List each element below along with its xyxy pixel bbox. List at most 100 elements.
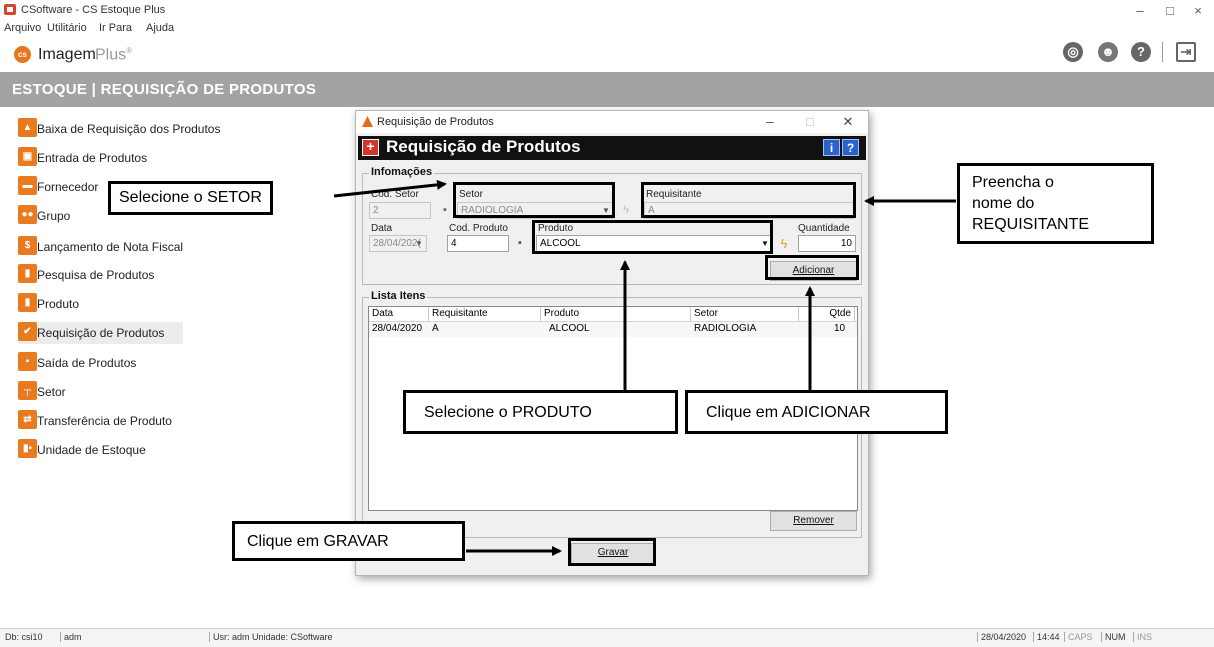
- table-row[interactable]: 28/04/2020 A ALCOOL RADIOLOGIA 10: [369, 322, 857, 337]
- cell-requisitante: A: [432, 323, 439, 334]
- callout-setor: Selecione o SETOR: [108, 181, 273, 215]
- chevron-down-icon: ▼: [415, 239, 423, 248]
- dollar-icon: $: [18, 236, 37, 255]
- section-title: ESTOQUE | REQUISIÇÃO DE PRODUTOS: [12, 81, 317, 98]
- remover-button[interactable]: Remover: [770, 511, 857, 531]
- col-requisitante[interactable]: Requisitante: [429, 307, 541, 322]
- app-icon: [4, 4, 16, 15]
- requisicao-dialog: Requisição de Produtos – □ ✕ Requisição …: [355, 110, 869, 576]
- cell-qtde: 10: [834, 323, 846, 334]
- callout-adicionar: Clique em ADICIONAR: [685, 390, 948, 434]
- truck-icon: ▬: [18, 176, 37, 195]
- transfer-icon: ⇄: [18, 410, 37, 429]
- box-open-icon: ▣: [18, 147, 37, 166]
- brand-name: Imagem: [38, 46, 96, 63]
- callout-produto: Selecione o PRODUTO: [403, 390, 678, 434]
- dialog-titlebar: Requisição de Produtos – □ ✕: [356, 111, 868, 133]
- group-icon: ●●: [18, 205, 37, 224]
- highlight-requisitante: [641, 182, 856, 218]
- info-icon[interactable]: i: [823, 139, 840, 156]
- sidebar-item-label: Setor: [37, 385, 66, 399]
- cylinder-box-icon: ▮▪: [18, 439, 37, 458]
- sidebar-item-label: Lançamento de Nota Fiscal: [37, 240, 184, 254]
- org-chart-icon: ┬: [18, 381, 37, 400]
- globe-icon[interactable]: ◎: [1063, 42, 1083, 62]
- list-header: Data Requisitante Produto Setor Qtde: [369, 307, 857, 322]
- highlight-setor: [453, 182, 615, 218]
- dialog-minimize-button[interactable]: –: [756, 112, 784, 132]
- help-icon[interactable]: ?: [842, 139, 859, 156]
- cod-setor-field[interactable]: 2: [369, 202, 431, 219]
- sidebar-item-label: Unidade de Estoque: [37, 443, 146, 457]
- menu-ir-para[interactable]: Ir Para: [99, 22, 132, 34]
- sidebar-item-label: Grupo: [37, 209, 71, 223]
- menu-arquivo[interactable]: Arquivo: [4, 22, 41, 34]
- divider: [1162, 42, 1163, 62]
- user-icon[interactable]: ☻: [1098, 42, 1118, 62]
- highlight-produto: [532, 220, 773, 254]
- menu-ajuda[interactable]: Ajuda: [146, 22, 174, 34]
- sidebar-item-label: Baixa de Requisição dos Produtos: [37, 122, 221, 136]
- col-setor[interactable]: Setor: [691, 307, 799, 322]
- brand-name-plus: Plus®: [95, 46, 133, 64]
- cod-produto-field[interactable]: 4: [447, 235, 509, 252]
- dialog-close-button[interactable]: ✕: [834, 112, 862, 132]
- bolt-icon[interactable]: ϟ: [775, 235, 793, 252]
- sidebar-item-label: Fornecedor: [37, 180, 99, 194]
- status-num: NUM: [1101, 632, 1126, 642]
- logo-icon: cs: [14, 46, 31, 63]
- sidebar-item-label: Saída de Produtos: [37, 356, 137, 370]
- dialog-app-icon: [362, 116, 373, 127]
- sidebar-item-label: Requisição de Produtos: [37, 326, 165, 340]
- menu-utilitario[interactable]: Utilitário: [47, 22, 87, 34]
- status-caps: CAPS: [1064, 632, 1093, 642]
- bolt-icon[interactable]: ϟ: [617, 202, 635, 219]
- group-title: Infomações: [369, 166, 435, 178]
- callout-gravar: Clique em GRAVAR: [232, 521, 465, 561]
- exit-icon[interactable]: ⇥: [1176, 42, 1196, 62]
- status-user: adm: [60, 632, 82, 642]
- plus-icon: [362, 138, 379, 156]
- status-ins: INS: [1133, 632, 1152, 642]
- col-data[interactable]: Data: [369, 307, 429, 322]
- box-out-icon: ▪: [18, 352, 37, 371]
- status-usr-unit: Usr: adm Unidade: CSoftware: [209, 632, 333, 642]
- cod-produto-label: Cod. Produto: [449, 223, 508, 234]
- status-date: 28/04/2020: [977, 632, 1026, 642]
- sidebar-item-requisicao[interactable]: ✔ Requisição de Produtos: [18, 322, 183, 344]
- cylinder-icon: ▮: [18, 264, 37, 283]
- binoculars-icon[interactable]: ▪: [511, 235, 529, 252]
- cell-data: 28/04/2020: [372, 323, 423, 334]
- cylinder-icon: ▮: [18, 293, 37, 312]
- highlight-gravar: [568, 538, 656, 566]
- data-picker[interactable]: 28/04/202( ▼: [369, 235, 427, 252]
- quantidade-field[interactable]: 10: [798, 235, 856, 252]
- dialog-header-title: Requisição de Produtos: [386, 137, 581, 156]
- highlight-adicionar: [765, 255, 859, 280]
- quantidade-label: Quantidade: [798, 223, 850, 234]
- group-title: Lista Itens: [369, 290, 428, 302]
- close-button[interactable]: ×: [1178, 0, 1214, 20]
- dialog-title: Requisição de Produtos: [377, 116, 494, 128]
- status-db: Db: csi10: [5, 632, 43, 642]
- section-bar: ESTOQUE | REQUISIÇÃO DE PRODUTOS: [0, 72, 1214, 107]
- callout-requisitante: Preencha o nome do REQUISITANTE: [957, 163, 1154, 244]
- cell-setor: RADIOLOGIA: [694, 323, 757, 334]
- window-titlebar: CSoftware - CS Estoque Plus – □ ×: [0, 0, 1214, 20]
- dialog-header: Requisição de Produtos i ?: [358, 136, 866, 160]
- cell-produto: ALCOOL: [549, 323, 590, 334]
- help-icon[interactable]: ?: [1131, 42, 1151, 62]
- dialog-maximize-button[interactable]: □: [796, 112, 824, 132]
- binoculars-icon[interactable]: ▪: [436, 202, 454, 219]
- col-produto[interactable]: Produto: [541, 307, 691, 322]
- sidebar-item-label: Pesquisa de Produtos: [37, 268, 155, 282]
- check-icon: ✔: [18, 322, 37, 341]
- data-label: Data: [371, 223, 393, 234]
- box-up-icon: ▲: [18, 118, 37, 137]
- col-qtde[interactable]: Qtde: [799, 307, 855, 322]
- brand-bar: cs Imagem Plus®: [0, 38, 1214, 70]
- window-title: CSoftware - CS Estoque Plus: [21, 4, 166, 16]
- cod-setor-label: Cod. Setor: [371, 189, 419, 200]
- sidebar-item-label: Produto: [37, 297, 80, 311]
- sidebar-item-label: Entrada de Produtos: [37, 151, 148, 165]
